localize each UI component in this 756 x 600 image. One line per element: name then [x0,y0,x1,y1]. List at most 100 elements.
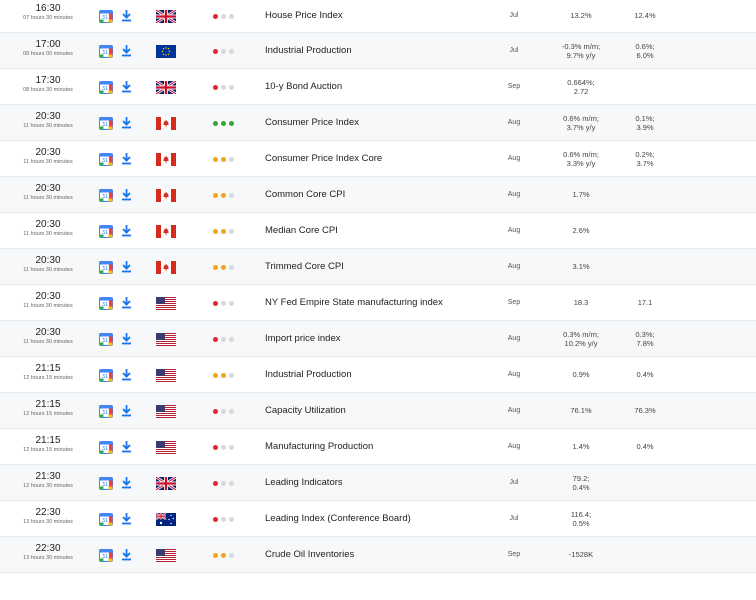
svg-text:31: 31 [102,446,108,452]
download-icon[interactable] [121,44,132,57]
download-icon[interactable] [121,152,132,165]
download-icon[interactable] [121,224,132,237]
event-row[interactable]: 21:15 12 hours 15 minutes 31 Industrial … [0,357,756,393]
calendar-icon[interactable]: 31 [99,80,113,94]
event-row[interactable]: 17:00 08 hours 00 minutes 31 Industrial … [0,33,756,69]
calendar-icon[interactable]: 31 [99,116,113,130]
event-row[interactable]: 20:30 11 hours 30 minutes 31 Median Core… [0,213,756,249]
calendar-icon[interactable]: 31 [99,188,113,202]
actual-line: 10.2% y/y [564,339,598,348]
event-row[interactable]: 16:30 07 hours 30 minutes 31 House Price… [0,0,756,33]
event-row[interactable]: 22:30 13 hours 30 minutes 31 Crude Oil I… [0,537,756,573]
download-icon[interactable] [121,512,132,525]
event-name[interactable]: NY Fed Empire State manufacturing index [265,297,443,308]
previous-line: 0.6%; [635,42,655,51]
event-row[interactable]: 20:30 11 hours 30 minutes 31 NY Fed Empi… [0,285,756,321]
event-row[interactable]: 20:30 11 hours 30 minutes 31 Consumer Pr… [0,105,756,141]
event-name[interactable]: Leading Index (Conference Board) [265,513,411,524]
calendar-icon[interactable]: 31 [99,368,113,382]
actual-value: 116.4; 0.5% [552,510,610,528]
event-period: Aug [507,119,521,126]
impact-indicator [213,193,234,198]
event-time-value: 21:15 [35,363,61,374]
download-icon[interactable] [121,9,132,22]
impact-indicator [213,301,234,306]
event-name[interactable]: 10-y Bond Auction [265,81,342,92]
event-name[interactable]: Capacity Utilization [265,405,346,416]
event-row[interactable]: 20:30 11 hours 30 minutes 31 Trimmed Cor… [0,249,756,285]
calendar-icon[interactable]: 31 [99,224,113,238]
download-icon[interactable] [121,476,132,489]
impact-dot [213,517,218,522]
event-name[interactable]: Industrial Production [265,369,352,380]
calendar-icon[interactable]: 31 [99,296,113,310]
event-row[interactable]: 21:15 12 hours 15 minutes 31 Capacity Ut… [0,393,756,429]
download-icon[interactable] [121,548,132,561]
calendar-icon[interactable]: 31 [99,512,113,526]
event-name[interactable]: Leading Indicators [265,477,343,488]
previous-value: 17.1 [620,298,670,307]
calendar-icon[interactable]: 31 [99,476,113,490]
actual-value: 1.4% [552,442,610,451]
event-name[interactable]: Manufacturing Production [265,441,373,452]
download-icon[interactable] [121,404,132,417]
event-time-value: 20:30 [35,183,61,194]
event-name[interactable]: Crude Oil Inventories [265,549,354,560]
actual-value: 76.1% [552,406,610,415]
actual-value: 0.664%; 2.72 [552,78,610,96]
calendar-icon[interactable]: 31 [99,440,113,454]
event-row[interactable]: 20:30 11 hours 30 minutes 31 Import pric… [0,321,756,357]
actual-line: 0.4% [572,483,590,492]
calendar-icon[interactable]: 31 [99,548,113,562]
actual-line: 0.6% m/m; [563,150,599,159]
event-name[interactable]: Consumer Price Index [265,117,359,128]
event-time: 17:00 08 hours 00 minutes [6,39,90,58]
event-row[interactable]: 21:15 12 hours 15 minutes 31 Manufacturi… [0,429,756,465]
actual-value: 0.9% [552,370,610,379]
event-name[interactable]: Industrial Production [265,45,352,56]
event-period: Aug [507,191,521,198]
download-icon[interactable] [121,116,132,129]
event-name[interactable]: House Price Index [265,10,343,21]
time-remaining: 08 hours 30 minutes [23,87,73,93]
time-remaining: 11 hours 30 minutes [23,231,73,237]
event-name[interactable]: Median Core CPI [265,225,338,236]
event-name[interactable]: Common Core CPI [265,189,345,200]
time-remaining: 11 hours 30 minutes [23,159,73,165]
download-icon[interactable] [121,80,132,93]
impact-dot [221,337,226,342]
event-name[interactable]: Consumer Price Index Core [265,153,382,164]
impact-dot [213,49,218,54]
calendar-icon[interactable]: 31 [99,260,113,274]
calendar-icon[interactable]: 31 [99,9,113,23]
event-row[interactable]: 17:30 08 hours 30 minutes 31 10-y Bond A… [0,69,756,105]
calendar-icon[interactable]: 31 [99,44,113,58]
event-period: Sep [507,551,521,558]
flag-canada-icon [156,189,176,202]
event-name[interactable]: Trimmed Core CPI [265,261,344,272]
event-time-value: 20:30 [35,291,61,302]
event-period: Aug [507,443,521,450]
event-period: Jul [509,47,519,54]
actual-line: 79.2; [572,474,590,483]
event-name[interactable]: Import price index [265,333,341,344]
flag-us-icon [156,441,176,454]
impact-dot [229,301,234,306]
download-icon[interactable] [121,296,132,309]
download-icon[interactable] [121,368,132,381]
impact-dot [229,229,234,234]
download-icon[interactable] [121,188,132,201]
download-icon[interactable] [121,260,132,273]
event-row[interactable]: 20:30 11 hours 30 minutes 31 Common Core… [0,177,756,213]
download-icon[interactable] [121,440,132,453]
calendar-icon[interactable]: 31 [99,404,113,418]
event-row[interactable]: 21:30 12 hours 30 minutes 31 Leading Ind… [0,465,756,501]
calendar-icon[interactable]: 31 [99,332,113,346]
event-period: Jul [509,479,519,486]
event-row[interactable]: 22:30 13 hours 30 minutes 31 Leading Ind… [0,501,756,537]
calendar-icon[interactable]: 31 [99,152,113,166]
event-row[interactable]: 20:30 11 hours 30 minutes 31 Consumer Pr… [0,141,756,177]
download-icon[interactable] [121,332,132,345]
svg-text:31: 31 [102,158,108,164]
impact-dot [221,445,226,450]
